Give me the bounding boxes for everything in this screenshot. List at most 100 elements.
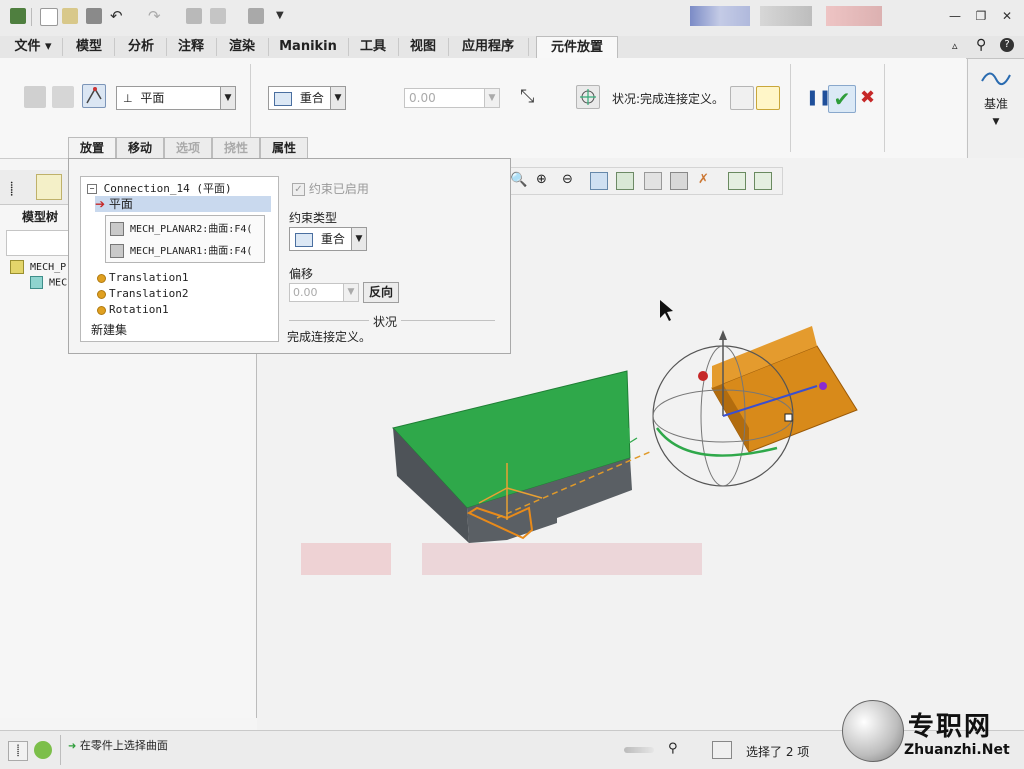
status-message-text: 在零件上选择曲面 [79, 739, 168, 752]
redo-icon[interactable]: ↷ [148, 8, 164, 24]
reference-item[interactable]: MECH_PLANAR1:曲面:F4( [110, 242, 252, 258]
datum-group[interactable]: 基准 ▼ [967, 58, 1024, 160]
tab-applications[interactable]: 应用程序 [448, 38, 529, 56]
assembly-window-icon[interactable] [756, 86, 780, 110]
selection-filter-icon[interactable] [712, 741, 732, 759]
view-manager-icon[interactable] [670, 172, 688, 190]
close-window-icon[interactable] [248, 8, 264, 24]
chevron-down-icon: ▼ [220, 87, 235, 109]
spin-center-icon[interactable] [728, 172, 746, 190]
reference-label: MECH_PLANAR1:曲面:F4( [130, 246, 253, 257]
panel-tab-move[interactable]: 移动 [116, 137, 164, 159]
motion-axis-icon [97, 273, 106, 283]
panel-tab-placement[interactable]: 放置 [68, 137, 116, 159]
blurred-title [826, 6, 882, 26]
open-folder-icon[interactable] [62, 8, 78, 24]
browser-toggle-icon[interactable] [34, 741, 52, 759]
new-set-link[interactable]: 新建集 [91, 321, 127, 338]
reference-collector[interactable]: MECH_PLANAR2:曲面:F4( MECH_PLANAR1:曲面:F4( [105, 215, 265, 263]
close-icon[interactable]: ✕ [998, 8, 1016, 24]
layer-tree-icon[interactable] [36, 174, 62, 200]
zoom-fit-icon[interactable]: 🔍 [510, 172, 527, 188]
constraint-type-select[interactable]: 重合 ▼ [268, 86, 346, 110]
panel-tab-flexibility[interactable]: 挠性 [212, 137, 260, 159]
panel-tab-options[interactable]: 选项 [164, 137, 212, 159]
separator [790, 64, 791, 152]
move-component-icon[interactable] [576, 85, 600, 109]
zoom-in-icon[interactable]: ⊕ [536, 172, 552, 188]
annotation-display-icon[interactable] [754, 172, 772, 190]
model-tree-toggle-icon[interactable]: ⸽ [8, 741, 28, 761]
customize-toolbar-icon[interactable]: ▼ [276, 8, 292, 24]
tree-item-assembly[interactable]: MECH_P [10, 260, 66, 274]
list-item-connection[interactable]: − Connection_14 (平面) [87, 180, 232, 196]
motion-axis-label: Translation2 [109, 287, 189, 300]
connection-type-select[interactable]: ⊥ 平面 ▼ [116, 86, 236, 110]
cancel-x-icon[interactable]: ✖ [860, 87, 875, 108]
dragger-center[interactable] [784, 413, 793, 422]
panel-offset-input[interactable]: 0.00 ▼ [289, 283, 359, 302]
offset-input[interactable]: 0.00 ▼ [404, 88, 500, 108]
minimize-icon[interactable]: — [946, 8, 964, 24]
flip-direction-icon[interactable]: ⤡ [520, 86, 534, 107]
search-icon[interactable]: ⚲ [976, 37, 986, 53]
dragger-handle[interactable] [819, 382, 827, 390]
part-icon [30, 276, 43, 289]
mouse-cursor-icon [660, 300, 673, 321]
separator [60, 735, 61, 765]
datum-display-icon[interactable]: ✗ [698, 172, 714, 188]
dragger-handle[interactable] [698, 371, 708, 381]
tab-view[interactable]: 视图 [398, 38, 449, 56]
windows-icon[interactable] [210, 8, 226, 24]
undo-icon[interactable]: ↶ [110, 8, 126, 24]
chevron-down-icon: ▼ [330, 87, 345, 109]
collapse-ribbon-icon[interactable]: ▵ [952, 39, 958, 52]
new-file-icon[interactable] [40, 8, 58, 26]
flip-button[interactable]: 反向 [363, 282, 399, 303]
tab-render[interactable]: 渲染 [216, 38, 269, 56]
zoom-out-icon[interactable]: ⊖ [562, 172, 578, 188]
tab-tools[interactable]: 工具 [348, 38, 399, 56]
rigid-icon[interactable] [52, 86, 74, 108]
selected-item-label: 平面 [108, 197, 133, 211]
find-icon[interactable]: ⚲ [668, 741, 686, 759]
tab-component-placement[interactable]: 元件放置 [536, 36, 618, 59]
save-icon[interactable] [86, 8, 102, 24]
model-tree-icon[interactable]: ⸽ [10, 179, 13, 197]
connection-list: − Connection_14 (平面) ➔ 平面 MECH_PLANAR2:曲… [80, 176, 279, 342]
tree-item-part[interactable]: MEC [30, 276, 67, 289]
list-item-motion[interactable]: Rotation1 [97, 303, 169, 316]
status-label: 状况:完成连接定义。 [612, 92, 725, 106]
reference-item[interactable]: MECH_PLANAR2:曲面:F4( [110, 220, 252, 236]
regenerate-icon[interactable] [186, 8, 202, 24]
panel-constraint-type-select[interactable]: 重合 ▼ [289, 227, 367, 251]
list-item-motion[interactable]: Translation2 [97, 287, 188, 300]
restore-icon[interactable]: ❐ [972, 8, 990, 24]
connection-type-value: 平面 [140, 91, 165, 105]
panel-offset-value: 0.00 [293, 286, 318, 299]
help-icon[interactable]: ? [1000, 38, 1014, 52]
accept-check-icon[interactable]: ✔ [828, 85, 856, 113]
motion-axis-label: Translation1 [109, 271, 189, 284]
user-defined-icon[interactable] [24, 86, 46, 108]
collapse-icon[interactable]: − [87, 184, 97, 194]
list-item-motion[interactable]: Translation1 [97, 271, 188, 284]
refit-icon[interactable] [590, 172, 608, 190]
arrow-up-icon [719, 330, 727, 340]
constraint-enabled-checkbox[interactable]: ✓ 约束已启用 [292, 180, 369, 197]
panel-tab-properties[interactable]: 属性 [260, 137, 308, 159]
mechanism-connection-icon[interactable] [82, 84, 106, 108]
display-style-icon[interactable] [616, 172, 634, 190]
separate-window-icon[interactable] [730, 86, 754, 110]
selection-count: 选择了 2 项 [746, 745, 810, 759]
tab-file[interactable]: 文件 ▾ [4, 38, 63, 56]
model-tree-title: 模型树 [22, 210, 59, 224]
tab-manikin[interactable]: Manikin [268, 38, 349, 56]
tab-analysis[interactable]: 分析 [116, 38, 167, 56]
tab-annotate[interactable]: 注释 [166, 38, 217, 56]
saved-orientations-icon[interactable] [644, 172, 662, 190]
list-item-selected[interactable]: ➔ 平面 [95, 196, 271, 212]
tab-model[interactable]: 模型 [64, 38, 115, 56]
chevron-down-icon: ▼ [343, 284, 358, 301]
chevron-down-icon: ▼ [484, 89, 499, 107]
